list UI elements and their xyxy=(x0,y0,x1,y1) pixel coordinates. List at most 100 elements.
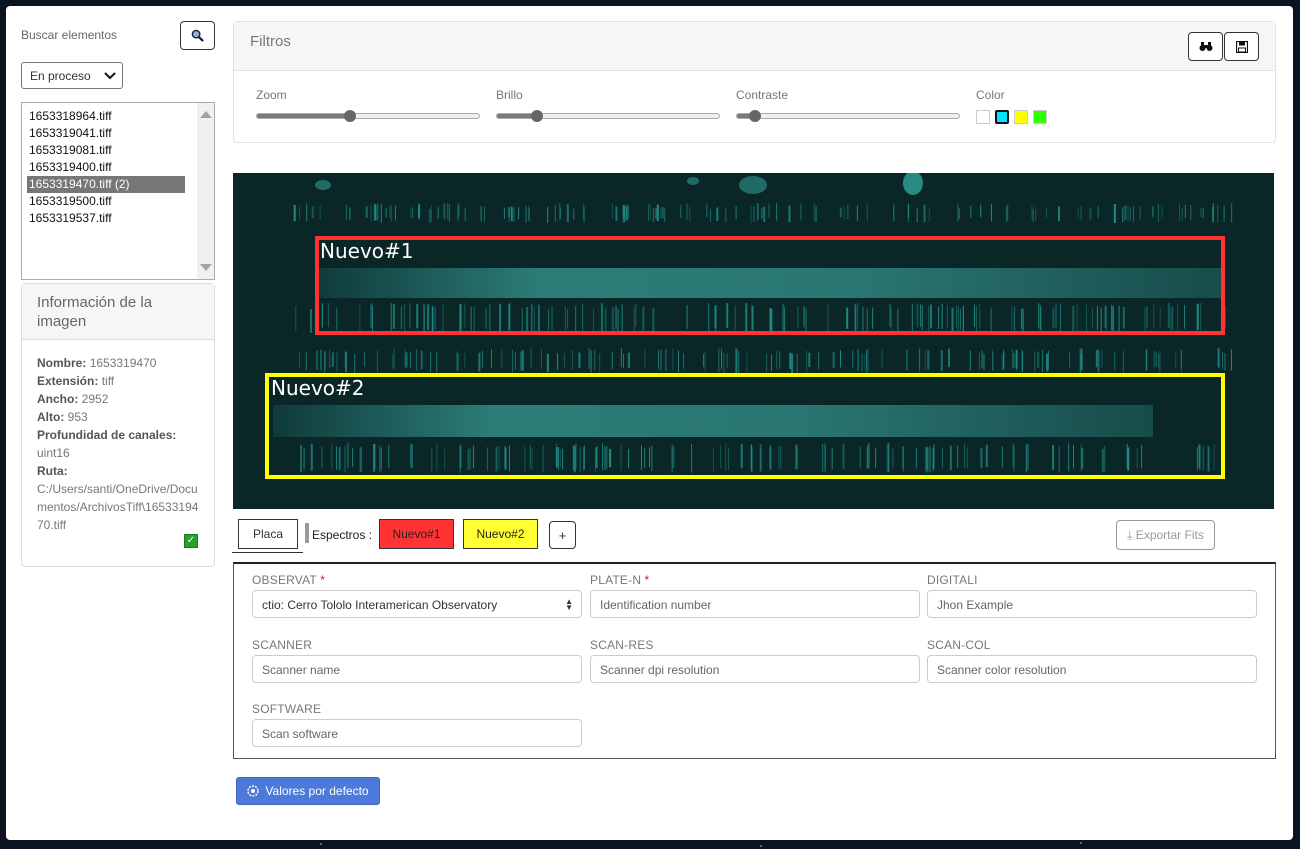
tab-placa[interactable]: Placa xyxy=(238,519,298,549)
scanres-label: SCAN-RES xyxy=(590,638,654,652)
observat-select-value: ctio: Cerro Tololo Interamerican Observa… xyxy=(262,598,498,612)
info-profundidad-label: Profundidad de canales: xyxy=(37,428,177,442)
info-alto-label: Alto: xyxy=(37,410,65,424)
info-alto: 953 xyxy=(67,410,88,424)
tab-spectrum-nuevo-2[interactable]: Nuevo#2 xyxy=(463,519,538,549)
software-input[interactable]: Scan software xyxy=(252,719,582,747)
zoom-slider-fill xyxy=(257,114,351,118)
search-label: Buscar elementos xyxy=(21,28,118,42)
zoom-label: Zoom xyxy=(256,88,287,102)
tab-separator xyxy=(305,523,309,543)
platen-label: PLATE-N xyxy=(590,573,642,587)
file-list-item[interactable]: 1653319400.tiff xyxy=(27,159,185,176)
info-ruta: C:/Users/santi/OneDrive/Documentos/Archi… xyxy=(37,482,199,532)
contrast-slider-thumb[interactable] xyxy=(748,110,761,122)
info-nombre-label: Nombre: xyxy=(37,356,87,370)
export-fits-button[interactable]: ⤓ Exportar Fits xyxy=(1116,520,1215,550)
field-plate-n: PLATE-N * Identification number xyxy=(590,573,920,618)
observat-select[interactable]: ctio: Cerro Tololo Interamerican Observa… xyxy=(252,590,582,618)
status-select[interactable]: En proceso xyxy=(21,62,123,89)
binoculars-icon xyxy=(1199,42,1212,51)
brightness-slider-thumb[interactable] xyxy=(530,110,543,122)
file-list-item[interactable]: 1653319537.tiff xyxy=(27,210,185,227)
zoom-slider-group: Zoom xyxy=(256,88,480,122)
software-label: SOFTWARE xyxy=(252,702,322,716)
field-observat: OBSERVAT * ctio: Cerro Tololo Interameri… xyxy=(252,573,582,618)
contrast-label: Contraste xyxy=(736,88,789,102)
tab-underline xyxy=(232,552,303,553)
image-viewer[interactable]: Nuevo#1 Nuevo#2 xyxy=(233,173,1274,509)
required-mark: * xyxy=(320,573,325,587)
info-extension-label: Extensión: xyxy=(37,374,99,388)
file-list[interactable]: 1653318964.tiff 1653319041.tiff 1653319081… xyxy=(21,102,215,280)
background-star xyxy=(760,845,762,847)
color-swatches xyxy=(976,110,1047,124)
field-scan-col: SCAN-COL Scanner color resolution xyxy=(927,638,1257,683)
zoom-slider-thumb[interactable] xyxy=(344,110,357,122)
color-swatch-cyan[interactable] xyxy=(995,110,1009,124)
field-scan-res: SCAN-RES Scanner dpi resolution xyxy=(590,638,920,683)
info-profundidad: uint16 xyxy=(37,446,70,460)
background-star xyxy=(1080,842,1082,844)
file-list-item[interactable]: 1653319041.tiff xyxy=(27,125,185,142)
scancol-label: SCAN-COL xyxy=(927,638,991,652)
search-button[interactable] xyxy=(180,21,215,50)
info-ancho: 2952 xyxy=(81,392,109,406)
background-star xyxy=(320,843,322,845)
chevron-down-icon xyxy=(104,71,116,79)
required-mark: * xyxy=(644,573,650,587)
brightness-slider[interactable] xyxy=(496,110,720,122)
select-arrows-icon: ▲ ▼ xyxy=(565,597,573,612)
brightness-label: Brillo xyxy=(496,88,523,102)
color-swatch-yellow[interactable] xyxy=(1014,110,1028,124)
gear-icon xyxy=(247,785,260,797)
status-select-value: En proceso xyxy=(30,68,91,83)
filters-title: Filtros xyxy=(234,22,1275,71)
scanner-input[interactable]: Scanner name xyxy=(252,655,582,683)
file-list-scrollbar[interactable] xyxy=(197,103,214,279)
file-list-item[interactable]: 1653319470.tiff (2) xyxy=(27,176,185,193)
field-software: SOFTWARE Scan software xyxy=(252,702,582,747)
file-list-item[interactable]: 1653319500.tiff xyxy=(27,193,185,210)
brightness-slider-group: Brillo xyxy=(496,88,720,122)
add-spectrum-button[interactable]: + xyxy=(549,521,576,549)
zoom-slider[interactable] xyxy=(256,110,480,122)
default-values-button[interactable]: Valores por defecto xyxy=(236,777,380,805)
plate-n-input[interactable]: Identification number xyxy=(590,590,920,618)
color-label: Color xyxy=(976,88,1005,102)
roi-label-nuevo-1: Nuevo#1 xyxy=(320,239,414,263)
file-list-item[interactable]: 1653318964.tiff xyxy=(27,108,185,125)
color-swatch-white[interactable] xyxy=(976,110,990,124)
save-icon xyxy=(1235,40,1248,53)
tab-spectrum-nuevo-1[interactable]: Nuevo#1 xyxy=(379,519,454,549)
info-ancho-label: Ancho: xyxy=(37,392,79,406)
info-ruta-label: Ruta: xyxy=(37,464,68,478)
file-list-item[interactable]: 1653319081.tiff xyxy=(27,142,185,159)
filters-panel: Filtros Zoom Brillo Contraste Color xyxy=(233,21,1276,143)
contrast-slider[interactable] xyxy=(736,110,960,122)
scroll-down-icon[interactable] xyxy=(200,264,212,271)
contrast-slider-group: Contraste xyxy=(736,88,960,122)
field-digitali: DIGITALI Jhon Example xyxy=(927,573,1257,618)
image-info-body: Nombre: 1653319470 Extensión: tiff Ancho… xyxy=(22,340,214,548)
digitali-label: DIGITALI xyxy=(927,573,978,587)
sidebar: Buscar elementos En proceso 1653318964.t… xyxy=(21,21,216,567)
color-swatch-green[interactable] xyxy=(1033,110,1047,124)
binoculars-button[interactable] xyxy=(1188,32,1223,61)
check-icon: ✓ xyxy=(184,534,198,548)
scroll-up-icon[interactable] xyxy=(200,111,212,118)
search-icon xyxy=(191,29,204,42)
roi-nuevo-1[interactable] xyxy=(315,236,1225,335)
file-list-items: 1653318964.tiff 1653319041.tiff 1653319081… xyxy=(27,108,185,227)
roi-nuevo-2[interactable] xyxy=(265,373,1225,479)
roi-label-nuevo-2: Nuevo#2 xyxy=(271,376,365,400)
info-extension: tiff xyxy=(101,374,115,388)
scan-res-input[interactable]: Scanner dpi resolution xyxy=(590,655,920,683)
image-info-card: Información de la imagen Nombre: 1653319… xyxy=(21,283,215,567)
digitali-input[interactable]: Jhon Example xyxy=(927,590,1257,618)
save-button[interactable] xyxy=(1224,32,1259,61)
scan-col-input[interactable]: Scanner color resolution xyxy=(927,655,1257,683)
header-form: OBSERVAT * ctio: Cerro Tololo Interameri… xyxy=(233,562,1276,759)
field-scanner: SCANNER Scanner name xyxy=(252,638,582,683)
info-nombre: 1653319470 xyxy=(89,356,157,370)
